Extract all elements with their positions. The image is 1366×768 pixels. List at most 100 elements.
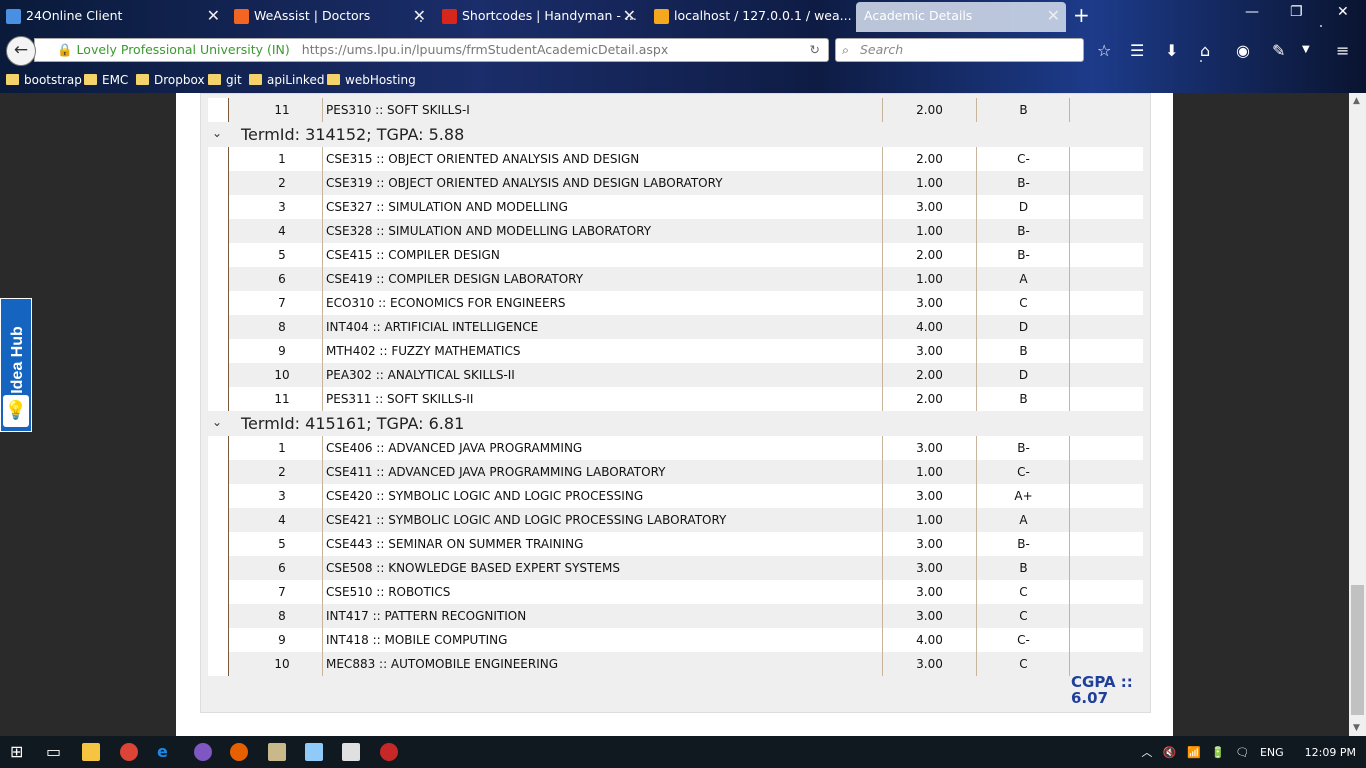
row-select-checkbox[interactable] (208, 171, 229, 195)
search-input[interactable]: ⌕ Search (835, 38, 1084, 62)
window-close-icon[interactable]: ✕ (1337, 4, 1349, 20)
windows-start-icon[interactable]: ⊞ (10, 742, 23, 761)
tab-weassist[interactable]: WeAssist | Doctors ✕ (228, 2, 432, 32)
row-select-checkbox[interactable] (208, 315, 229, 339)
search-icon: ⌕ (842, 42, 850, 57)
bookmark-dropbox[interactable]: Dropbox (136, 73, 205, 87)
row-select-checkbox[interactable] (208, 291, 229, 315)
notification-icon[interactable]: 🗨 (1236, 746, 1250, 759)
bookmark-emc[interactable]: EMC (84, 73, 128, 87)
row-select-checkbox[interactable] (208, 460, 229, 484)
bookmark-bootstrap[interactable]: bootstrap (6, 73, 82, 87)
close-icon[interactable]: ✕ (413, 2, 426, 30)
row-select-checkbox[interactable] (208, 147, 229, 171)
scrollbar-thumb[interactable] (1351, 585, 1364, 715)
course-grade: B- (1017, 537, 1030, 551)
course-credits: 2.00 (916, 368, 943, 382)
row-select-checkbox[interactable] (208, 195, 229, 219)
column-divider (1069, 436, 1070, 460)
course-grade: B- (1017, 176, 1030, 190)
folder-icon (208, 74, 221, 85)
eclipse-icon[interactable] (194, 743, 212, 761)
serial-number: 5 (278, 537, 286, 551)
course-name: CSE411 :: ADVANCED JAVA PROGRAMMING LABO… (326, 465, 666, 479)
idea-hub-button[interactable]: Idea Hub 💡 (0, 298, 32, 432)
table-row: 1 CSE406 :: ADVANCED JAVA PROGRAMMING 3.00… (208, 436, 1143, 460)
table-row: 7 CSE510 :: ROBOTICS 3.00 C (208, 580, 1143, 604)
reload-icon[interactable]: ↻ (810, 39, 820, 61)
extension-icon[interactable]: ✎ (1272, 41, 1285, 60)
battery-icon[interactable]: 🔋 (1211, 746, 1225, 759)
edge-icon[interactable]: e (157, 742, 168, 761)
table-row: 5 CSE415 :: COMPILER DESIGN 2.00 B- (208, 243, 1143, 267)
scroll-up-icon[interactable]: ▲ (1353, 96, 1360, 106)
virtualbox-icon[interactable] (305, 743, 323, 761)
row-select-checkbox[interactable] (208, 628, 229, 652)
row-select-checkbox[interactable] (208, 267, 229, 291)
bookmark-git[interactable]: git (208, 73, 242, 87)
row-select-checkbox[interactable] (208, 243, 229, 267)
row-select-checkbox[interactable] (208, 387, 229, 411)
chrome-icon[interactable] (120, 743, 138, 761)
course-name: CSE415 :: COMPILER DESIGN (326, 248, 500, 262)
new-tab-button[interactable]: + (1073, 3, 1090, 27)
bookmark-webhosting[interactable]: webHosting (327, 73, 416, 87)
back-button[interactable]: ← (6, 36, 36, 66)
firefox-icon[interactable] (230, 743, 248, 761)
cgpa-label: CGPA :: (1071, 673, 1133, 691)
term-header[interactable]: ⌄ TermId: 314152; TGPA: 5.88 (208, 123, 1143, 147)
course-grade: D (1018, 320, 1029, 334)
menu-icon[interactable]: ≡ (1336, 41, 1349, 60)
reading-list-icon[interactable]: ☰ (1130, 41, 1144, 60)
task-view-icon[interactable]: ▭ (46, 742, 61, 761)
row-select-checkbox[interactable] (208, 219, 229, 243)
file-explorer-icon[interactable] (82, 743, 100, 761)
chevron-up-icon[interactable]: ︿ (1141, 746, 1152, 759)
url-bar[interactable]: 🔒 Lovely Professional University (IN) ht… (34, 38, 829, 62)
tab-shortcodes[interactable]: Shortcodes | Handyman - ... ✕ (436, 2, 642, 32)
row-select-checkbox[interactable] (208, 556, 229, 580)
row-select-checkbox[interactable] (208, 98, 229, 122)
bookmark-star-icon[interactable]: ☆ (1097, 41, 1111, 60)
row-select-checkbox[interactable] (208, 508, 229, 532)
chevron-down-icon[interactable]: ⌄ (212, 415, 222, 429)
scroll-down-icon[interactable]: ▼ (1353, 723, 1360, 733)
language-indicator[interactable]: ENG (1260, 746, 1284, 759)
close-icon[interactable]: ✕ (1047, 2, 1060, 30)
chat-icon[interactable]: ◉ (1236, 41, 1250, 60)
wifi-icon[interactable]: 📶 (1187, 746, 1201, 759)
row-select-checkbox[interactable] (208, 363, 229, 387)
minimize-icon[interactable]: — (1245, 4, 1259, 20)
row-select-checkbox[interactable] (208, 339, 229, 363)
term-header[interactable]: ⌄ TermId: 415161; TGPA: 6.81 (208, 412, 1143, 436)
dropdown-icon[interactable]: ▼ (1302, 44, 1310, 55)
home-icon[interactable]: ⌂ (1200, 41, 1210, 60)
row-select-checkbox[interactable] (208, 484, 229, 508)
column-divider (322, 363, 323, 387)
page-scrollbar[interactable]: ▲ ▼ (1349, 93, 1366, 736)
row-select-checkbox[interactable] (208, 652, 229, 676)
row-select-checkbox[interactable] (208, 580, 229, 604)
volume-mute-icon[interactable]: 🔇 (1163, 746, 1177, 759)
tab-localhost[interactable]: localhost / 127.0.0.1 / wea... (648, 2, 854, 32)
bookmark-apilinked[interactable]: apiLinked (249, 73, 324, 87)
chevron-down-icon[interactable]: ⌄ (212, 126, 222, 140)
download-icon[interactable]: ⬇ (1165, 41, 1178, 60)
clock[interactable]: 12:09 PM (1305, 746, 1356, 759)
close-icon[interactable]: ✕ (207, 2, 220, 30)
close-icon[interactable]: ✕ (623, 2, 636, 30)
column-divider (1069, 556, 1070, 580)
table-row: 7 ECO310 :: ECONOMICS FOR ENGINEERS 3.00 C (208, 291, 1143, 315)
notepad-icon[interactable] (268, 743, 286, 761)
app-window-icon[interactable] (342, 743, 360, 761)
course-credits: 1.00 (916, 224, 943, 238)
tab-academic-details[interactable]: Academic Details ✕ (856, 2, 1066, 32)
row-select-checkbox[interactable] (208, 604, 229, 628)
restore-icon[interactable]: ❐ (1290, 4, 1303, 20)
app-red-icon[interactable] (380, 743, 398, 761)
row-select-checkbox[interactable] (208, 436, 229, 460)
row-select-checkbox[interactable] (208, 532, 229, 556)
tab-24online[interactable]: 24Online Client ✕ (0, 2, 226, 32)
browser-chrome: 24Online Client ✕ WeAssist | Doctors ✕ S… (0, 0, 1366, 93)
column-divider (1069, 628, 1070, 652)
